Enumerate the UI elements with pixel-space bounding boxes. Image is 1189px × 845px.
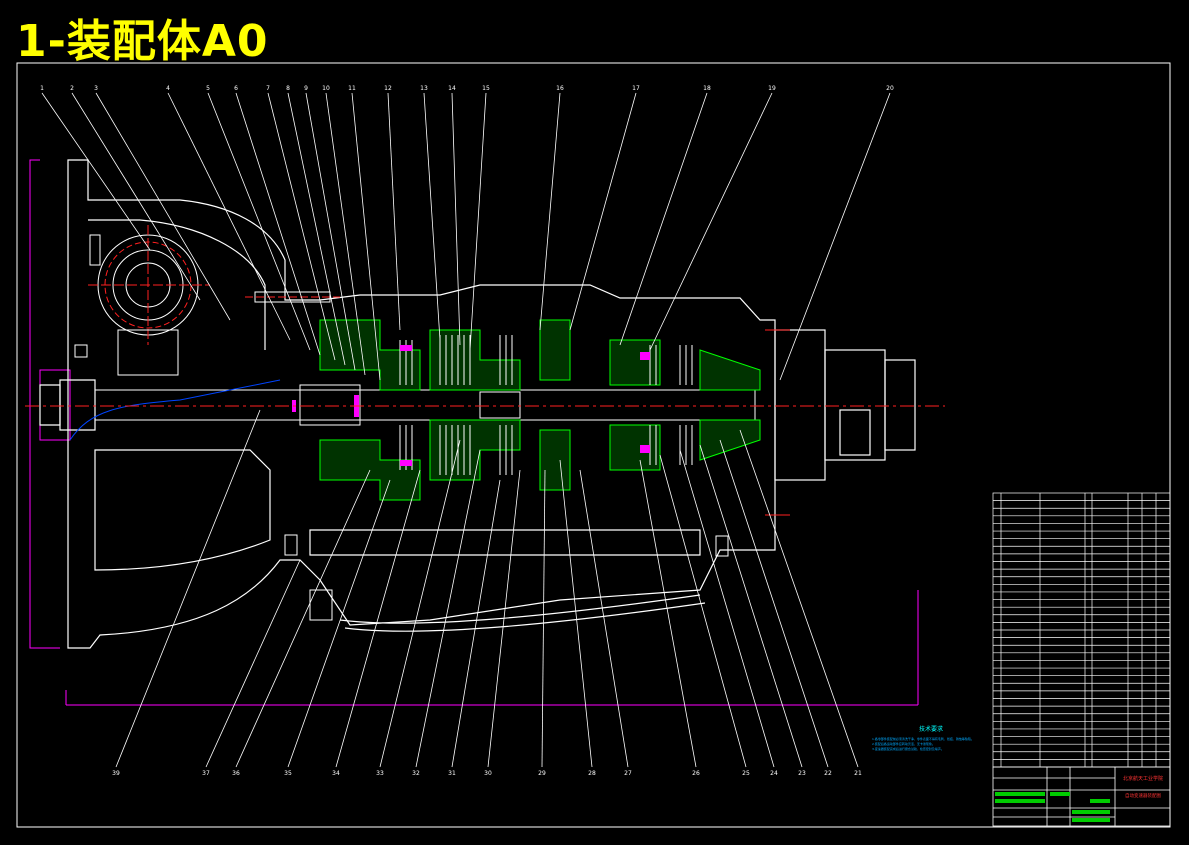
leader-line <box>569 92 637 331</box>
part-balloon: 19 <box>768 85 776 92</box>
leader-line <box>95 92 231 321</box>
leader-line <box>649 92 773 351</box>
part-balloon: 36 <box>232 770 240 777</box>
part-balloon: 2 <box>70 85 74 92</box>
part-balloon: 6 <box>234 85 238 92</box>
leader-line <box>287 92 346 366</box>
title-block-drawing-name: 自动变速器装配图 <box>1125 794 1161 799</box>
part-balloon: 28 <box>588 770 596 777</box>
clutch-pack-section <box>319 319 761 501</box>
part-balloon: 39 <box>112 770 120 777</box>
part-balloon: 33 <box>376 770 384 777</box>
part-balloon: 16 <box>556 85 564 92</box>
part-balloon: 9 <box>304 85 308 92</box>
drawing-title: 1-装配体A0 <box>16 16 269 67</box>
part-balloon: 25 <box>742 770 750 777</box>
part-balloon: 23 <box>798 770 806 777</box>
border-frame <box>16 62 1171 828</box>
technical-requirements: 技术要求 1.各零部件装配前必须清洗干净，零件表面不得有毛刺、划痕、锈蚀等缺陷。… <box>872 724 990 752</box>
part-balloon: 8 <box>286 85 290 92</box>
leader-line <box>699 444 803 768</box>
part-balloon: 10 <box>322 85 330 92</box>
part-balloon: 13 <box>420 85 428 92</box>
leader-line <box>779 92 891 381</box>
differential-gear <box>88 225 210 376</box>
part-balloon: 3 <box>94 85 98 92</box>
part-balloon: 37 <box>202 770 210 777</box>
part-balloon: 14 <box>448 85 456 92</box>
leader-line <box>205 559 301 768</box>
leader-line <box>639 459 697 768</box>
title-block-company: 北京航天工业学院 <box>1122 776 1163 782</box>
leader-line <box>41 92 151 251</box>
part-balloon: 31 <box>448 770 456 777</box>
leader-line <box>619 92 708 346</box>
part-balloon: 26 <box>692 770 700 777</box>
leader-line <box>469 92 487 351</box>
part-balloon: 27 <box>624 770 632 777</box>
part-balloon: 5 <box>206 85 210 92</box>
leader-line <box>541 469 546 768</box>
leader-line <box>267 92 336 361</box>
part-balloon: 22 <box>824 770 832 777</box>
leader-line <box>115 409 261 768</box>
part-balloon: 30 <box>484 770 492 777</box>
leader-line <box>679 449 775 768</box>
part-balloon: 17 <box>632 85 640 92</box>
title-block-fills <box>995 792 1110 822</box>
technical-requirements-heading: 技术要求 <box>918 726 943 733</box>
part-balloon: 7 <box>266 85 270 92</box>
leader-line <box>451 92 461 346</box>
leader-line <box>423 92 441 341</box>
part-balloon: 18 <box>703 85 711 92</box>
wire-line <box>69 379 281 441</box>
part-balloon: 1 <box>40 85 44 92</box>
leader-lines-bottom: 39 37 36 35 34 33 32 31 30 29 28 27 26 25 24 23 22 21 <box>112 409 862 777</box>
leader-line <box>167 92 291 341</box>
leader-line <box>539 92 561 331</box>
leader-line <box>71 92 201 301</box>
part-balloon: 20 <box>886 85 894 92</box>
part-balloon: 32 <box>412 770 420 777</box>
leader-line <box>207 92 311 351</box>
parts-list-table <box>992 492 1171 768</box>
part-balloon: 24 <box>770 770 778 777</box>
drawing-frame: 1 2 3 4 5 6 7 8 9 10 11 12 13 14 15 16 17 18 19 20 39 37 36 35… <box>0 0 1189 841</box>
part-balloon: 29 <box>538 770 546 777</box>
part-balloon: 34 <box>332 770 340 777</box>
leader-line <box>559 459 593 768</box>
part-balloon: 11 <box>348 85 356 92</box>
part-balloon: 21 <box>854 770 862 777</box>
leader-line <box>719 439 829 768</box>
part-balloon: 4 <box>166 85 170 92</box>
part-balloon: 15 <box>482 85 490 92</box>
leader-line <box>415 449 481 768</box>
technical-requirement-line: 3.变速器装配完成后进行磨合试验，检查密封及噪声。 <box>872 747 944 751</box>
part-balloon: 12 <box>384 85 392 92</box>
main-shaft <box>94 384 756 426</box>
part-balloon: 35 <box>284 770 292 777</box>
assembly-drawing: 1 2 3 4 5 6 7 8 9 10 11 12 13 14 15 16 17 18 19 20 39 37 36 35… <box>16 62 1171 828</box>
leader-line <box>235 469 371 768</box>
leader-line <box>659 454 747 768</box>
